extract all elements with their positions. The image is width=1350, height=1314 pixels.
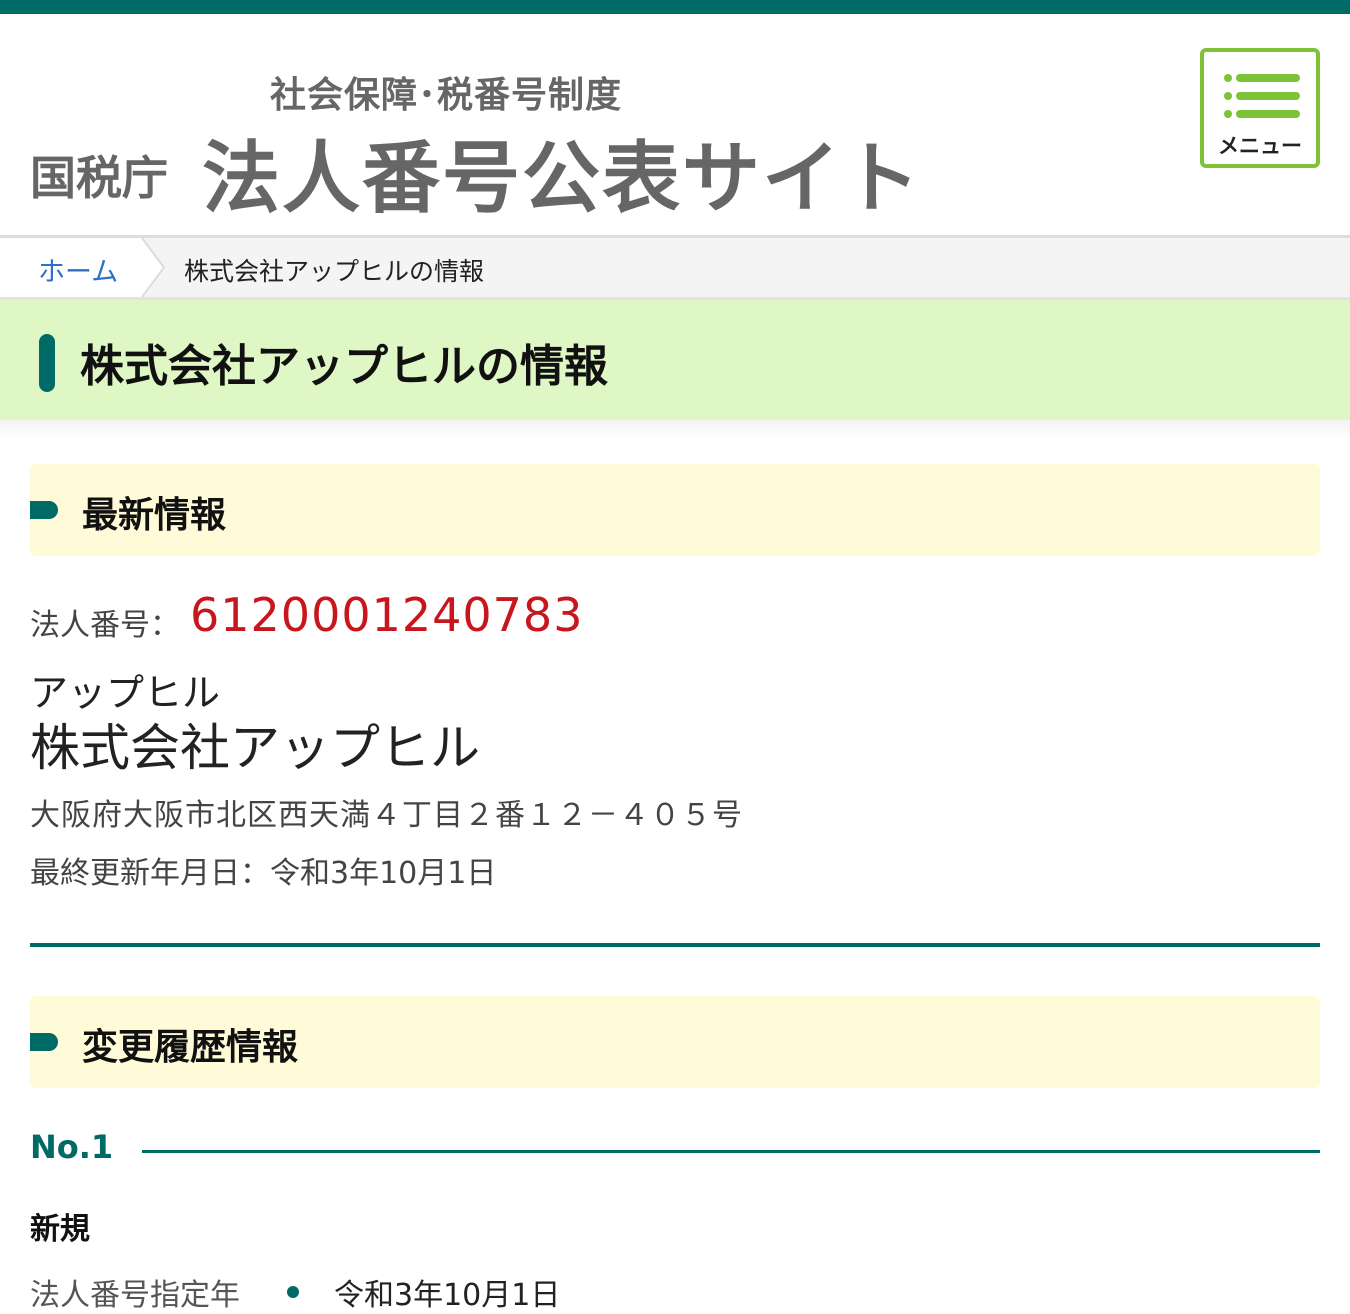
history-field-value: 令和3年10月1日 (334, 1278, 561, 1313)
section-marker (30, 1033, 58, 1051)
agency-name: 国税庁 (30, 151, 168, 205)
latest-info-heading: 最新情報 (30, 464, 1320, 556)
menu-button-label: メニュー (1218, 134, 1302, 158)
history-field-label: 法人番号指定年 (30, 1278, 240, 1313)
corporate-address: 大阪府大阪市北区西天満４丁目２番１２－４０５号 (30, 798, 743, 833)
breadcrumb-current: 株式会社アップヒルの情報 (184, 257, 485, 286)
breadcrumb: ホーム 株式会社アップヒルの情報 (0, 235, 1350, 300)
heading-shadow (0, 420, 1350, 438)
menu-button[interactable]: メニュー (1200, 48, 1320, 168)
corporate-number-label: 法人番号： (30, 608, 180, 643)
heading-marker (39, 334, 55, 392)
site-logo-title[interactable]: 法人番号公表サイト (202, 116, 922, 228)
breadcrumb-home-item: ホーム (0, 238, 142, 297)
latest-info-title: 最新情報 (82, 495, 227, 536)
history-title: 変更履歴情報 (82, 1027, 299, 1068)
history-entry-rule (142, 1150, 1320, 1153)
last-updated-date: 最終更新年月日：令和3年10月1日 (30, 856, 497, 891)
corporate-name: 株式会社アップヒル (30, 719, 480, 777)
site-header: 社会保障･税番号制度 国税庁 法人番号公表サイト メニュー (0, 14, 1350, 235)
section-divider (30, 943, 1320, 947)
bullet-icon (287, 1286, 299, 1298)
page-title: 株式会社アップヒルの情報 (80, 341, 608, 392)
top-accent-bar (0, 0, 1350, 14)
history-heading: 変更履歴情報 (30, 996, 1320, 1088)
section-marker (30, 501, 58, 519)
history-entry-number: No.1 (30, 1128, 114, 1166)
page-heading-band: 株式会社アップヒルの情報 (0, 300, 1350, 420)
site-subtitle: 社会保障･税番号制度 (270, 75, 623, 116)
chevron-right-icon (140, 238, 166, 297)
corporate-number-value: 6120001240783 (190, 588, 584, 642)
history-entry-type: 新規 (30, 1212, 90, 1247)
breadcrumb-home-link[interactable]: ホーム (38, 250, 118, 289)
